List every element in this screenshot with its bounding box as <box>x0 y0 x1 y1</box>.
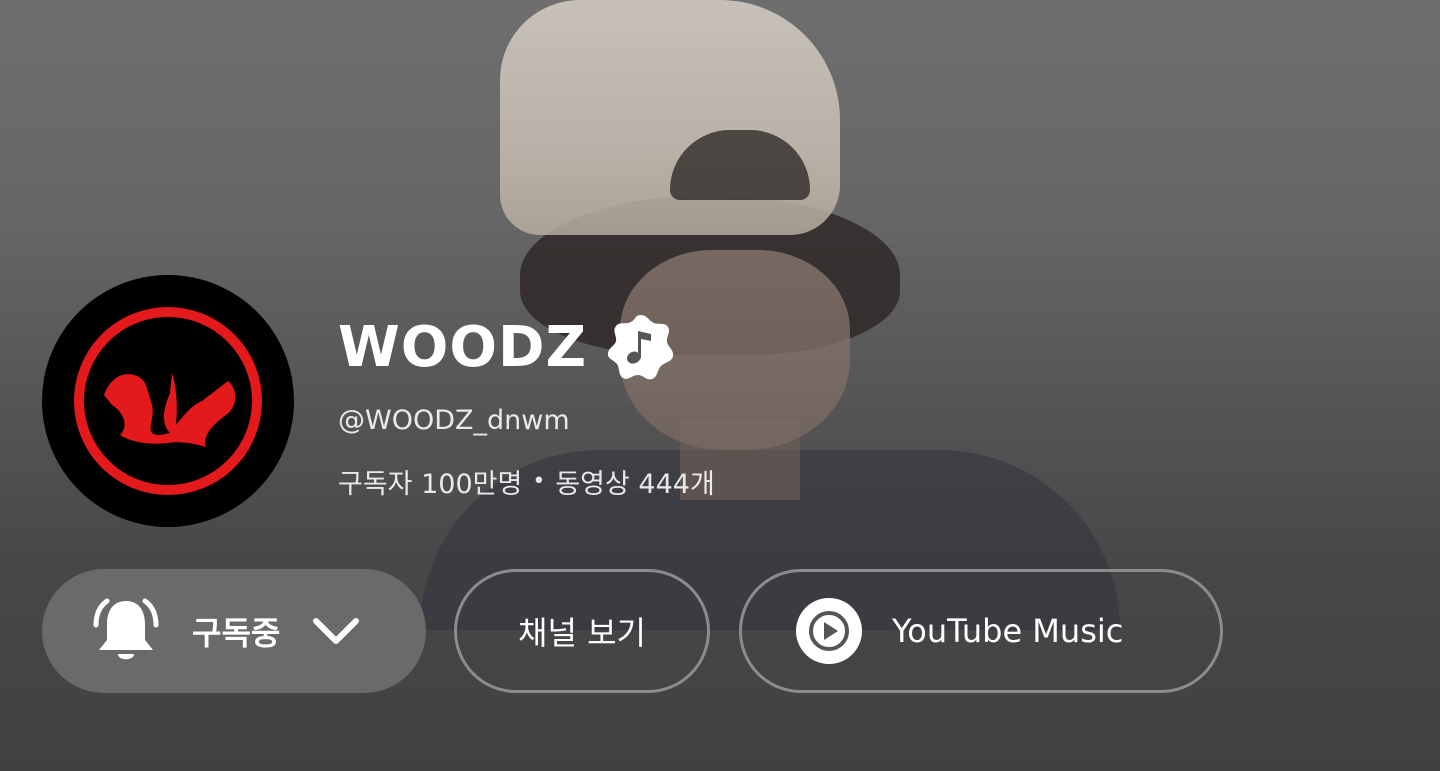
youtube-music-button[interactable]: YouTube Music <box>739 569 1223 693</box>
subscribed-button[interactable]: 구독중 <box>42 569 426 693</box>
channel-avatar[interactable] <box>42 275 294 527</box>
channel-title-row: WOODZ <box>338 308 677 386</box>
chevron-down-icon <box>313 618 360 644</box>
play-circle-icon <box>796 598 862 664</box>
channel-header: WOODZ @WOODZ_dnwm 구독자 100만명 • 동영상 444개 구… <box>0 0 1440 771</box>
bell-icon <box>93 598 159 660</box>
woodz-logo <box>74 307 262 495</box>
music-note-verified-icon <box>607 315 674 380</box>
channel-name: WOODZ <box>338 314 588 380</box>
view-channel-button[interactable]: 채널 보기 <box>454 569 710 693</box>
channel-handle: @WOODZ_dnwm <box>338 405 570 436</box>
channel-stats: 구독자 100만명 • 동영상 444개 <box>338 462 715 501</box>
channel-banner-image <box>380 0 1140 630</box>
stats-separator: • <box>532 469 546 494</box>
video-count: 동영상 444개 <box>555 469 715 500</box>
subscribed-label: 구독중 <box>192 614 281 652</box>
subscriber-count: 구독자 100만명 <box>338 469 523 500</box>
view-channel-label: 채널 보기 <box>518 614 646 652</box>
youtube-music-label: YouTube Music <box>892 612 1124 650</box>
